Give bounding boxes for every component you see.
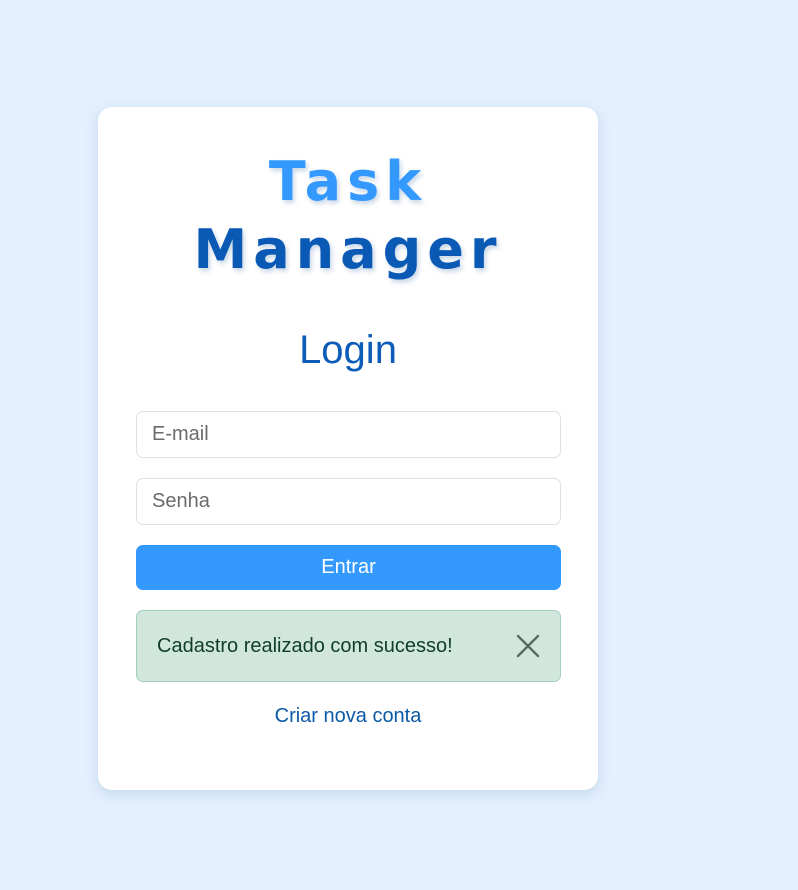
- email-field[interactable]: [136, 411, 561, 458]
- password-field[interactable]: [136, 478, 561, 525]
- app-logo: Task Manager: [98, 155, 598, 277]
- close-icon[interactable]: [514, 632, 542, 660]
- create-account-link[interactable]: Criar nova conta: [98, 705, 598, 728]
- success-alert: Cadastro realizado com sucesso!: [136, 610, 561, 682]
- alert-message: Cadastro realizado com sucesso!: [157, 634, 453, 657]
- login-button[interactable]: Entrar: [136, 545, 561, 590]
- page-title: Login: [299, 328, 397, 372]
- logo-line-manager: Manager: [193, 218, 503, 281]
- login-card: Task Manager Login Entrar Cadastro reali…: [98, 107, 598, 790]
- logo-line-task: Task: [268, 150, 428, 213]
